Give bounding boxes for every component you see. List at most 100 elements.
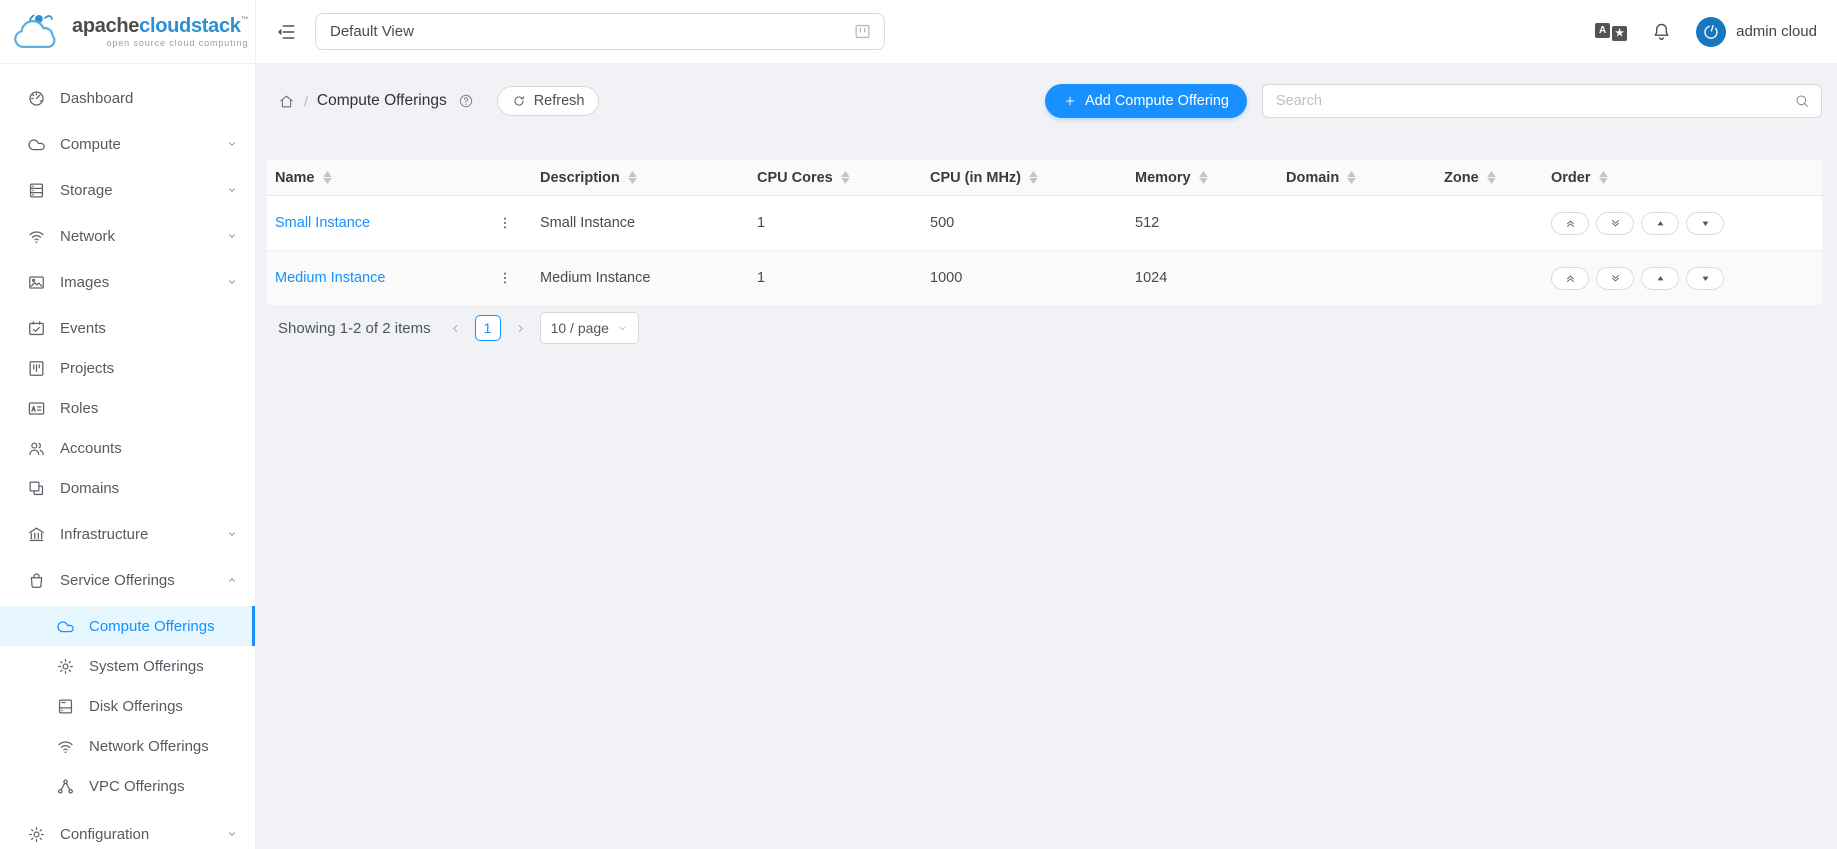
username: admin cloud [1736, 23, 1817, 40]
cell-description: Medium Instance [532, 251, 749, 306]
idcard-icon [27, 399, 46, 418]
breadcrumb-current: Compute Offerings [317, 92, 447, 110]
move-to-bottom-button[interactable] [1596, 212, 1634, 235]
sidebar-item-images[interactable]: Images [0, 262, 255, 302]
sidebar-item-compute-offerings[interactable]: Compute Offerings [0, 606, 255, 646]
offering-name-link[interactable]: Medium Instance [275, 270, 385, 286]
sidebar-item-storage[interactable]: Storage [0, 170, 255, 210]
view-selector-value: Default View [330, 23, 414, 40]
sidebar-item-configuration[interactable]: Configuration [0, 814, 255, 849]
column-header-description[interactable]: Description [532, 160, 749, 196]
cell-description: Small Instance [532, 196, 749, 251]
move-to-top-button[interactable] [1551, 212, 1589, 235]
brand-text: apachecloudstack™ open source cloud comp… [72, 16, 248, 48]
search-input[interactable] [1274, 92, 1786, 110]
previous-page-icon[interactable] [449, 322, 462, 335]
column-header-zone[interactable]: Zone [1436, 160, 1543, 196]
move-to-bottom-button[interactable] [1596, 267, 1634, 290]
cell-domain [1278, 251, 1436, 306]
sidebar-item-label: Accounts [60, 440, 122, 457]
sidebar-item-network[interactable]: Network [0, 216, 255, 256]
add-compute-offering-button[interactable]: Add Compute Offering [1045, 84, 1247, 118]
user-menu[interactable]: admin cloud [1696, 17, 1817, 47]
more-actions-icon[interactable] [494, 212, 516, 234]
page-number-button[interactable]: 1 [475, 315, 501, 341]
move-up-button[interactable] [1641, 267, 1679, 290]
sidebar-item-accounts[interactable]: Accounts [0, 428, 255, 468]
sidebar-item-vpc-offerings[interactable]: VPC Offerings [0, 766, 255, 806]
cloud-icon [27, 135, 46, 154]
sidebar-item-label: Compute [60, 136, 121, 153]
home-icon[interactable] [278, 93, 295, 110]
dashboard-icon [27, 89, 46, 108]
caret-up-icon [1654, 217, 1667, 230]
bell-icon[interactable] [1651, 21, 1672, 42]
brand-logo[interactable]: apachecloudstack™ open source cloud comp… [0, 0, 255, 64]
cell-cpu-mhz: 1000 [922, 251, 1127, 306]
column-header-cpu-mhz[interactable]: CPU (in MHz) [922, 160, 1127, 196]
next-page-icon[interactable] [514, 322, 527, 335]
offering-name-link[interactable]: Small Instance [275, 215, 370, 231]
view-selector[interactable]: Default View [315, 13, 885, 50]
power-icon [1699, 19, 1724, 44]
sidebar-item-disk-offerings[interactable]: Disk Offerings [0, 686, 255, 726]
translate-icon[interactable]: A ★ [1595, 23, 1627, 41]
column-label: Name [275, 170, 315, 186]
sidebar-item-events[interactable]: Events [0, 308, 255, 348]
column-header-name[interactable]: Name [267, 160, 532, 196]
sidebar: apachecloudstack™ open source cloud comp… [0, 0, 256, 849]
move-down-button[interactable] [1686, 212, 1724, 235]
column-label: Description [540, 170, 620, 186]
sidebar-item-roles[interactable]: Roles [0, 388, 255, 428]
double-chevron-down-icon [1609, 217, 1622, 230]
sidebar-item-network-offerings[interactable]: Network Offerings [0, 726, 255, 766]
hdd-icon [56, 697, 75, 716]
chevron-down-icon [226, 230, 238, 242]
topbar: Default View A ★ admin cloud [255, 0, 1837, 64]
chevron-down-icon [617, 323, 628, 334]
sidebar-item-label: Dashboard [60, 90, 133, 107]
reload-icon [512, 94, 526, 108]
pagination-summary: Showing 1-2 of 2 items [278, 320, 431, 337]
sidebar-item-dashboard[interactable]: Dashboard [0, 78, 255, 118]
bank-icon [27, 525, 46, 544]
sidebar-item-projects[interactable]: Projects [0, 348, 255, 388]
sidebar-item-system-offerings[interactable]: System Offerings [0, 646, 255, 686]
column-label: Domain [1286, 170, 1339, 186]
double-chevron-up-icon [1564, 217, 1577, 230]
column-header-cpu-cores[interactable]: CPU Cores [749, 160, 922, 196]
shopping-bag-icon [27, 571, 46, 590]
question-circle-icon[interactable] [458, 93, 474, 109]
more-actions-icon[interactable] [494, 267, 516, 289]
sidebar-item-service-offerings[interactable]: Service Offerings [0, 560, 255, 600]
cell-domain [1278, 196, 1436, 251]
chevron-up-icon [226, 574, 238, 586]
sidebar-item-label: Events [60, 320, 106, 337]
cell-zone [1436, 196, 1543, 251]
column-header-order[interactable]: Order [1543, 160, 1822, 196]
search-icon[interactable] [1794, 93, 1810, 109]
sidebar-item-compute[interactable]: Compute [0, 124, 255, 164]
move-down-button[interactable] [1686, 267, 1724, 290]
page-size-selector[interactable]: 10 / page [540, 312, 639, 344]
refresh-button[interactable]: Refresh [497, 86, 600, 116]
sort-icon [1199, 171, 1208, 184]
column-header-memory[interactable]: Memory [1127, 160, 1278, 196]
cell-memory: 512 [1127, 196, 1278, 251]
order-controls [1551, 212, 1814, 235]
menu-fold-icon[interactable] [275, 21, 297, 43]
gear-icon [56, 657, 75, 676]
sidebar-item-label: Domains [60, 480, 119, 497]
column-header-domain[interactable]: Domain [1278, 160, 1436, 196]
column-label: Zone [1444, 170, 1479, 186]
cell-memory: 1024 [1127, 251, 1278, 306]
move-up-button[interactable] [1641, 212, 1679, 235]
sidebar-item-infrastructure[interactable]: Infrastructure [0, 514, 255, 554]
cell-cpu-mhz: 500 [922, 196, 1127, 251]
content-area: / Compute Offerings Refresh Add Compute … [255, 64, 1837, 849]
move-to-top-button[interactable] [1551, 267, 1589, 290]
breadcrumb: / Compute Offerings Refresh [278, 86, 599, 116]
chevron-down-icon [226, 184, 238, 196]
sort-icon [1487, 171, 1496, 184]
sidebar-item-domains[interactable]: Domains [0, 468, 255, 508]
